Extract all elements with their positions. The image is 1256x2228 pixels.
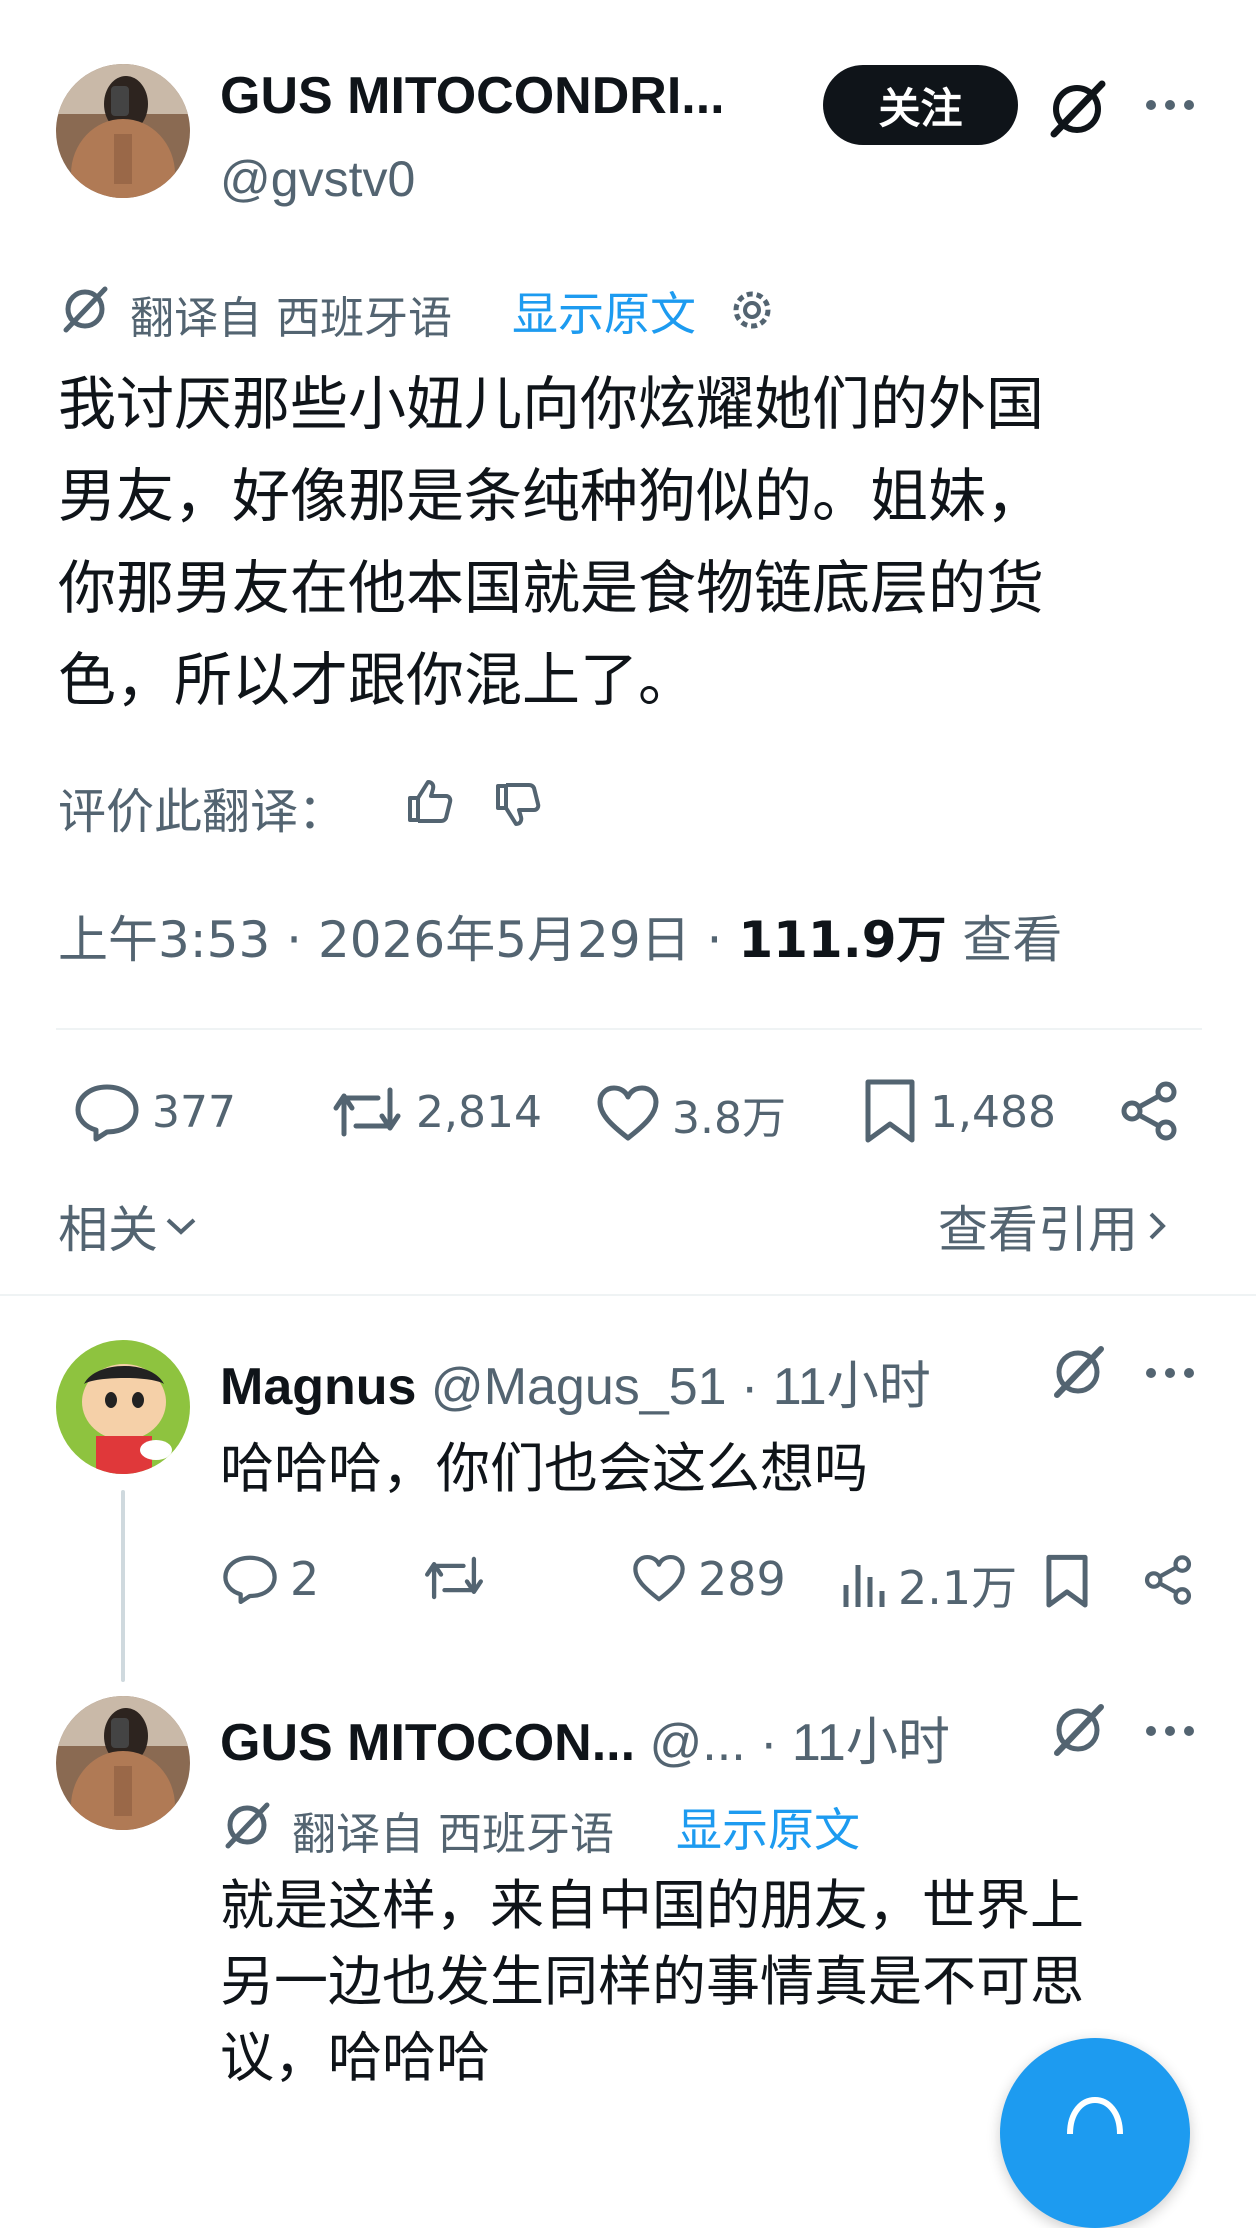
grok-slash-icon[interactable] [1046, 78, 1108, 140]
bookmark-button[interactable]: 1,488 [862, 1078, 1056, 1146]
grok-slash-icon [60, 284, 110, 334]
reply-author-line: Magnus @Magus_51 · 11小时 [220, 1344, 931, 1419]
reply-button[interactable]: 2 [222, 1552, 319, 1606]
author-display-name[interactable]: GUS MITOCONDRI... [220, 66, 725, 126]
bookmark-count: 1,488 [930, 1086, 1056, 1138]
views-button[interactable]: 2.1万 [840, 1552, 1017, 1618]
reply-display-name[interactable]: GUS MITOCON... [220, 1714, 635, 1772]
share-icon[interactable] [1118, 1080, 1180, 1142]
reply-count: 2 [290, 1552, 320, 1606]
views-count: 111.9万 [738, 911, 947, 969]
retweet-count: 2,814 [416, 1086, 542, 1138]
like-button[interactable]: 3.8万 [596, 1082, 786, 1146]
related-label: 相关 [58, 1201, 158, 1259]
bookmark-icon [862, 1078, 918, 1146]
reply-bubble-icon [222, 1553, 278, 1605]
more-dots-icon[interactable] [1144, 98, 1196, 112]
retweet-icon [330, 1082, 404, 1142]
divider [0, 1294, 1256, 1296]
views-bar-icon [840, 1559, 886, 1611]
bookmark-icon[interactable] [1044, 1554, 1090, 1610]
view-quotes-link[interactable]: 查看引用 [938, 1190, 1168, 1262]
reply-count: 377 [152, 1086, 236, 1138]
grok-slash-icon [222, 1800, 272, 1850]
translated-from-label: 翻译自 西班牙语 [130, 293, 452, 344]
more-dots-icon[interactable] [1144, 1724, 1196, 1738]
retweet-button[interactable] [422, 1552, 498, 1604]
reply-text: 哈哈哈，你们也会这么想吗 [220, 1437, 868, 1500]
reply-text-line: 另一边也发生同样的事情真是不可思 [220, 1950, 1084, 2013]
grok-slash-icon[interactable] [1050, 1702, 1106, 1758]
avatar[interactable] [56, 1340, 190, 1474]
like-count: 3.8万 [672, 1093, 786, 1144]
tweet-text-line: 色，所以才跟你混上了。 [58, 646, 697, 714]
reply-display-name[interactable]: Magnus [220, 1358, 416, 1416]
compose-fab-button[interactable] [1000, 2038, 1190, 2228]
retweet-icon [422, 1552, 486, 1604]
tweet-text-line: 男友，好像那是条纯种狗似的。姐妹， [58, 462, 1045, 530]
more-dots-icon[interactable] [1144, 1366, 1196, 1380]
divider [56, 1028, 1202, 1030]
show-original-link[interactable]: 显示原文 [512, 278, 696, 344]
like-button[interactable]: 289 [632, 1552, 786, 1606]
compose-fab-icon [1062, 2094, 1128, 2134]
show-original-link[interactable]: 显示原文 [676, 1794, 860, 1860]
like-count: 289 [698, 1552, 786, 1606]
views-count: 2.1万 [898, 1561, 1018, 1615]
thread-line [121, 1490, 125, 1682]
chevron-right-icon [1146, 1208, 1168, 1244]
thumbs-down-icon[interactable] [492, 780, 542, 830]
thumbs-up-icon[interactable] [404, 776, 454, 826]
tweet-meta: 上午3:53 · 2026年5月29日 · 111.9万 查看 [58, 900, 1062, 972]
reply-handle[interactable]: @Magus_51 [431, 1358, 727, 1416]
grok-slash-icon[interactable] [1050, 1344, 1106, 1400]
avatar[interactable] [56, 64, 190, 198]
tweet-text: 我讨厌那些小妞儿向你炫耀她们的外国 男友，好像那是条纯种狗似的。姐妹， 你那男友… [58, 358, 1208, 726]
translated-from-label: 翻译自 西班牙语 [292, 1809, 614, 1860]
author-handle[interactable]: @gvstv0 [220, 150, 415, 208]
tweet-text-line: 你那男友在他本国就是食物链底层的货 [58, 554, 1045, 622]
view-quotes-label: 查看引用 [938, 1201, 1138, 1259]
gear-icon[interactable] [728, 286, 776, 334]
tweet-timestamp[interactable]: 上午3:53 · 2026年5月29日 · [58, 911, 722, 969]
tweet-text-line: 我讨厌那些小妞儿向你炫耀她们的外国 [58, 370, 1045, 438]
heart-icon [596, 1084, 660, 1144]
retweet-button[interactable]: 2,814 [330, 1082, 542, 1142]
reply-button[interactable]: 377 [74, 1082, 236, 1142]
reply-time[interactable]: · 11小时 [741, 1358, 931, 1416]
related-dropdown[interactable]: 相关 [58, 1190, 198, 1262]
share-icon[interactable] [1142, 1554, 1194, 1606]
views-label: 查看 [962, 911, 1063, 969]
reply-author-line: GUS MITOCON... @... · 11小时 [220, 1700, 950, 1775]
heart-icon [632, 1553, 686, 1605]
reply-handle[interactable]: @... [650, 1714, 746, 1772]
reply-time[interactable]: · 11小时 [760, 1714, 950, 1772]
rate-translation-label: 评价此翻译： [58, 784, 347, 840]
avatar[interactable] [56, 1696, 190, 1830]
chevron-down-icon [164, 1214, 198, 1238]
follow-button[interactable]: 关注 [823, 65, 1018, 145]
reply-bubble-icon [74, 1082, 140, 1142]
reply-text-line: 就是这样，来自中国的朋友，世界上 [220, 1874, 1084, 1937]
